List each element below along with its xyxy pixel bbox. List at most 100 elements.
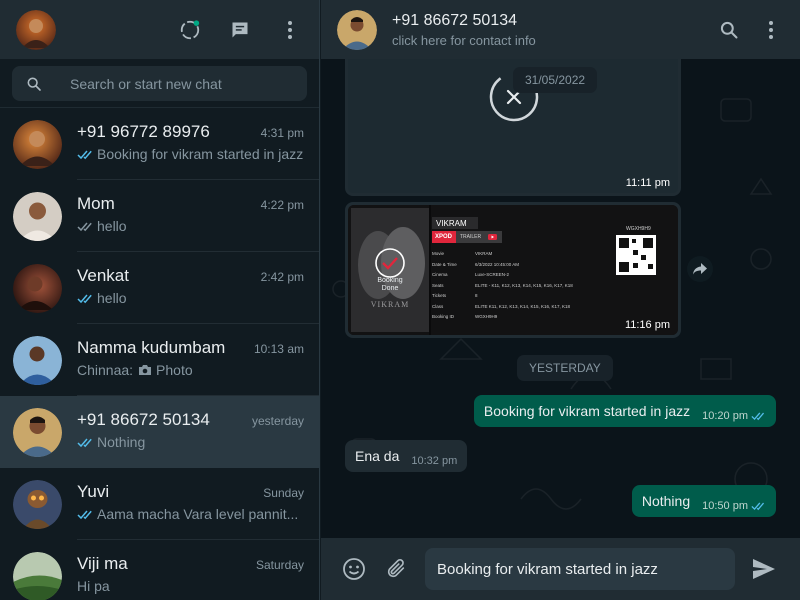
chat-preview: Nothing	[97, 434, 146, 450]
chat-name: +91 86672 50134	[77, 410, 210, 429]
double-check-icon	[77, 221, 94, 232]
contact-name: +91 86672 50134	[392, 11, 518, 29]
message-text: Ena da	[355, 448, 400, 464]
search-icon[interactable]	[716, 17, 742, 43]
chat-list-item[interactable]: Venkat 2:42 pm hello	[0, 252, 319, 324]
chat-time: Saturday	[255, 558, 304, 572]
double-check-icon	[751, 412, 765, 421]
conversation-panel: +91 86672 50134 click here for contact i…	[321, 0, 800, 600]
chat-time: 10:13 am	[253, 342, 304, 356]
message-composer	[321, 538, 800, 600]
contact-avatar	[13, 263, 62, 313]
ticket-field-label: Seats	[432, 282, 444, 288]
chat-preview: hello	[97, 218, 127, 234]
chat-list-item-active[interactable]: +91 86672 50134 yesterday Nothing	[0, 396, 319, 468]
poster-title: VIKRAM	[370, 300, 410, 309]
date-separator: YESTERDAY	[517, 355, 613, 381]
ticket-image[interactable]: Booking Done VIKRAM VIKRAM XPOD TRAILER …	[348, 205, 678, 335]
image-message[interactable]: Booking Done VIKRAM VIKRAM XPOD TRAILER …	[345, 202, 681, 338]
new-chat-icon[interactable]	[227, 17, 253, 43]
chat-list-item[interactable]: Viji ma Saturday Hi pa	[0, 540, 319, 600]
chat-name: +91 96772 89976	[77, 122, 210, 141]
attach-icon[interactable]	[383, 556, 409, 582]
contact-avatar	[13, 407, 62, 457]
chat-sender: Chinnaa:	[77, 362, 134, 378]
chat-preview: Booking for vikram started in jazz	[97, 146, 304, 162]
double-check-icon	[77, 149, 94, 160]
ticket-field-value: ELITE K11, K12, K13, K14, K15, K16, K17,…	[475, 303, 570, 309]
ticket-field-label: Cinema	[432, 272, 448, 277]
search-bar	[0, 59, 319, 108]
chat-time: Sunday	[263, 486, 304, 500]
message-input[interactable]	[437, 560, 723, 578]
contact-avatar	[13, 551, 62, 600]
message-time: 10:20 pm	[702, 410, 748, 422]
contact-avatar	[13, 191, 62, 241]
ticket-field-label: Tickets	[432, 293, 447, 298]
message-time: 11:16 pm	[624, 319, 670, 331]
menu-icon[interactable]	[277, 17, 303, 43]
ticket-badge-trailer: TRAILER	[460, 234, 482, 240]
sidebar-header	[0, 0, 319, 59]
message-field[interactable]	[425, 548, 735, 590]
send-icon[interactable]	[751, 556, 777, 582]
incoming-message[interactable]: Ena da 10:32 pm	[345, 440, 468, 472]
ticket-booking-code: WGXH9H9	[626, 226, 651, 232]
search-icon[interactable]	[26, 76, 42, 92]
chat-list-item[interactable]: Yuvi Sunday Aama macha Vara level pannit…	[0, 468, 319, 540]
chat-list-item[interactable]: Mom 4:22 pm hello	[0, 180, 319, 252]
chat-name: Namma kudumbam	[77, 338, 226, 357]
ticket-field-value: 8	[475, 293, 478, 298]
ticket-badge-primary: XPOD	[435, 234, 453, 240]
ticket-field-value: WGXH9H9	[475, 314, 498, 319]
outgoing-message[interactable]: Nothing 10:50 pm	[631, 485, 776, 517]
search-box[interactable]	[12, 66, 307, 101]
ticket-field-label: Booking ID	[432, 314, 455, 319]
chat-name: Viji ma	[77, 554, 128, 573]
ticket-details: Movie VIKRAM Date & Time 6/3/2022 10:45:00…	[432, 249, 573, 323]
ticket-field-value: ELITE - K11, K12, K13, K14, K15, K16, K1…	[475, 282, 573, 288]
ticket-field-value: Luxe-SCREEN-2	[475, 272, 510, 277]
message-time: 11:11 pm	[625, 177, 670, 189]
double-check-icon	[77, 509, 94, 520]
ticket-field-value: 6/3/2022 10:45:00 AM	[475, 261, 520, 267]
chat-preview: Photo	[156, 362, 193, 378]
my-profile-avatar[interactable]	[16, 9, 56, 50]
chat-list-item[interactable]: Namma kudumbam 10:13 am Chinnaa: Photo	[0, 324, 319, 396]
chat-preview: Aama macha Vara level pannit...	[97, 506, 299, 522]
group-avatar	[13, 335, 62, 385]
contact-avatar	[13, 479, 62, 529]
forward-icon[interactable]	[687, 256, 713, 282]
message-time: 10:50 pm	[702, 500, 748, 512]
ticket-field-label: Class	[432, 303, 444, 309]
chat-time: yesterday	[251, 414, 304, 428]
ticket-movie-title: VIKRAM	[436, 219, 467, 228]
search-input[interactable]	[70, 75, 290, 92]
chat-time: 4:31 pm	[260, 126, 304, 140]
chat-name: Mom	[77, 194, 115, 213]
conversation-header[interactable]: +91 86672 50134 click here for contact i…	[321, 0, 800, 59]
chat-time: 2:42 pm	[260, 270, 304, 284]
status-icon[interactable]	[177, 17, 203, 43]
message-text: Nothing	[641, 493, 691, 509]
chat-name: Venkat	[77, 266, 129, 285]
message-text: Booking for vikram started in jazz	[483, 403, 691, 419]
chat-list-item[interactable]: +91 96772 89976 4:31 pm Booking for vikr…	[0, 108, 319, 180]
chat-preview: hello	[97, 290, 127, 306]
contact-info[interactable]: +91 86672 50134 click here for contact i…	[392, 12, 536, 48]
double-check-icon	[77, 437, 94, 448]
ticket-field-label: Date & Time	[432, 261, 457, 267]
emoji-icon[interactable]	[341, 556, 367, 582]
chat-list: +91 96772 89976 4:31 pm Booking for vikr…	[0, 108, 319, 600]
chat-sidebar: +91 96772 89976 4:31 pm Booking for vikr…	[0, 0, 320, 600]
double-check-icon	[77, 293, 94, 304]
contact-info-hint: click here for contact info	[392, 32, 536, 48]
ticket-field-label: Movie	[432, 251, 445, 256]
booking-done-line2: Done	[381, 285, 399, 292]
message-time: 10:32 pm	[411, 455, 458, 467]
menu-icon[interactable]	[758, 17, 784, 43]
play-icon	[488, 234, 497, 240]
outgoing-message[interactable]: Booking for vikram started in jazz 10:20…	[473, 395, 776, 427]
contact-avatar	[13, 119, 62, 169]
contact-avatar[interactable]	[337, 9, 377, 50]
